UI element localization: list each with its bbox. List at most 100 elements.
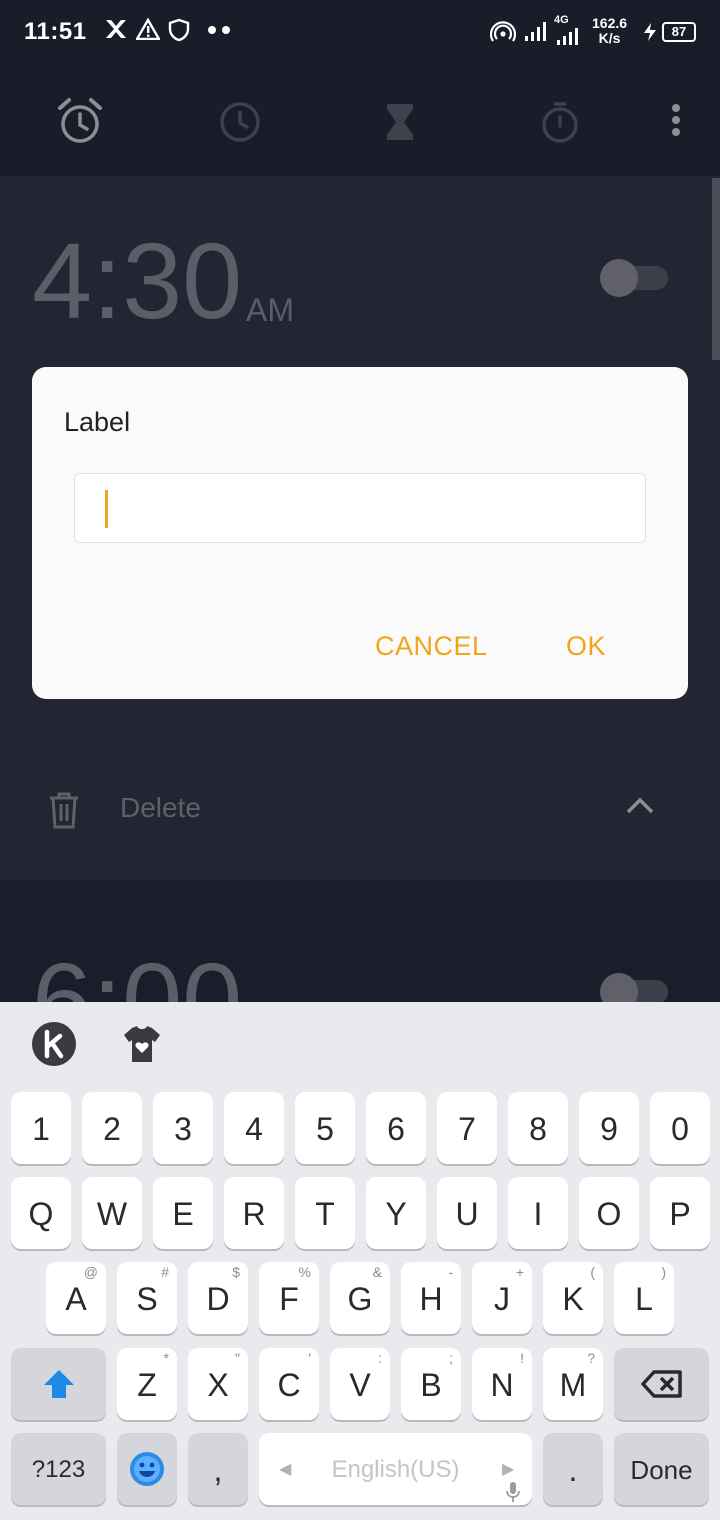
done-key[interactable]: Done bbox=[614, 1433, 709, 1505]
key-a[interactable]: A @ bbox=[46, 1262, 106, 1334]
key-0[interactable]: 0 bbox=[650, 1092, 710, 1164]
alarm-time[interactable]: 4:30 bbox=[32, 218, 242, 343]
key-m[interactable]: M? bbox=[543, 1348, 603, 1420]
space-bar[interactable]: ◀ English(US) ▶ bbox=[259, 1433, 532, 1505]
tab-stopwatch[interactable] bbox=[532, 94, 588, 150]
shift-key[interactable] bbox=[11, 1348, 106, 1420]
tab-timer[interactable] bbox=[372, 94, 428, 150]
network-speed-unit: K/s bbox=[598, 30, 621, 46]
key-u[interactable]: U bbox=[437, 1177, 497, 1249]
key-g[interactable]: G & bbox=[330, 1262, 390, 1334]
key-label: B bbox=[420, 1367, 442, 1403]
backspace-key[interactable] bbox=[614, 1348, 709, 1420]
tab-world-clock[interactable] bbox=[212, 94, 268, 150]
key-y[interactable]: Y bbox=[366, 1177, 426, 1249]
key-h[interactable]: H- bbox=[401, 1262, 461, 1334]
keyboard-k-logo-icon[interactable] bbox=[32, 1022, 76, 1066]
tab-alarm[interactable] bbox=[52, 94, 108, 150]
key-label: 4 bbox=[245, 1111, 263, 1147]
dialog-title: Label bbox=[64, 407, 131, 437]
key-d[interactable]: D $ bbox=[188, 1262, 248, 1334]
ok-button[interactable]: OK bbox=[566, 631, 606, 662]
key-label: K bbox=[562, 1281, 584, 1317]
microphone-icon bbox=[506, 1482, 520, 1502]
key-label: F bbox=[279, 1281, 299, 1317]
alarm-card[interactable]: 6:00 bbox=[0, 880, 720, 1002]
key-label: E bbox=[172, 1196, 194, 1232]
key-q[interactable]: Q bbox=[11, 1177, 71, 1249]
scrollbar[interactable] bbox=[712, 178, 720, 360]
key-s[interactable]: S # bbox=[117, 1262, 177, 1334]
cancel-button[interactable]: CANCEL bbox=[375, 631, 488, 662]
battery-indicator: 87 bbox=[662, 22, 696, 42]
key-label: N bbox=[490, 1367, 514, 1403]
label-input[interactable] bbox=[74, 473, 646, 543]
key-f[interactable]: F% bbox=[259, 1262, 319, 1334]
delete-label[interactable]: Delete bbox=[120, 792, 201, 824]
toggle-thumb bbox=[600, 973, 638, 1002]
key-8[interactable]: 8 bbox=[508, 1092, 568, 1164]
alarm-toggle[interactable] bbox=[600, 258, 672, 298]
key-hint: ( bbox=[590, 1264, 595, 1280]
key-9[interactable]: 9 bbox=[579, 1092, 639, 1164]
comma-key[interactable]: , bbox=[188, 1433, 248, 1505]
key-o[interactable]: O bbox=[579, 1177, 639, 1249]
key-b[interactable]: B; bbox=[401, 1348, 461, 1420]
key-label: R bbox=[242, 1196, 266, 1232]
key-hint: # bbox=[161, 1264, 169, 1280]
key-i[interactable]: I bbox=[508, 1177, 568, 1249]
key-label: Y bbox=[385, 1196, 407, 1232]
key-n[interactable]: N! bbox=[472, 1348, 532, 1420]
symbols-key[interactable]: ?123 bbox=[11, 1433, 106, 1505]
key-label: J bbox=[494, 1281, 510, 1317]
key-v[interactable]: V: bbox=[330, 1348, 390, 1420]
key-5[interactable]: 5 bbox=[295, 1092, 355, 1164]
emoji-icon bbox=[130, 1452, 164, 1486]
key-1[interactable]: 1 bbox=[11, 1092, 71, 1164]
key-p[interactable]: P bbox=[650, 1177, 710, 1249]
toggle-thumb bbox=[600, 259, 638, 297]
emoji-key[interactable] bbox=[117, 1433, 177, 1505]
key-4[interactable]: 4 bbox=[224, 1092, 284, 1164]
space-language-label: English(US) bbox=[331, 1456, 460, 1483]
key-label: 8 bbox=[529, 1111, 547, 1147]
hotspot-icon bbox=[489, 18, 517, 50]
shift-arrow-icon bbox=[43, 1370, 74, 1398]
x-app-icon bbox=[104, 18, 128, 46]
key-2[interactable]: 2 bbox=[82, 1092, 142, 1164]
key-k[interactable]: K( bbox=[543, 1262, 603, 1334]
key-label: 7 bbox=[458, 1111, 476, 1147]
key-label: V bbox=[349, 1367, 371, 1403]
key-e[interactable]: E bbox=[153, 1177, 213, 1249]
alarm-toggle[interactable] bbox=[600, 972, 672, 1002]
text-caret bbox=[105, 490, 108, 528]
status-bar: 11:51 4G 162.6 K/s 87 bbox=[0, 0, 720, 64]
delete-icon[interactable] bbox=[46, 790, 82, 830]
theme-shirt-icon[interactable] bbox=[120, 1022, 164, 1066]
key-l[interactable]: L) bbox=[614, 1262, 674, 1334]
key-label: A bbox=[65, 1281, 87, 1317]
alarm-time[interactable]: 6:00 bbox=[32, 938, 242, 1002]
key-label: S bbox=[136, 1281, 158, 1317]
key-x[interactable]: X " bbox=[188, 1348, 248, 1420]
network-speed: 162.6 K/s bbox=[592, 16, 627, 46]
key-t[interactable]: T bbox=[295, 1177, 355, 1249]
key-7[interactable]: 7 bbox=[437, 1092, 497, 1164]
key-3[interactable]: 3 bbox=[153, 1092, 213, 1164]
collapse-chevron-icon[interactable] bbox=[624, 794, 656, 818]
key-label: 2 bbox=[103, 1111, 121, 1147]
key-label: D bbox=[206, 1281, 230, 1317]
key-label: I bbox=[533, 1196, 543, 1232]
alarm-clock-icon bbox=[58, 98, 102, 143]
key-j[interactable]: J + bbox=[472, 1262, 532, 1334]
label-dialog: Label CANCEL OK bbox=[32, 367, 688, 699]
period-key[interactable]: . bbox=[543, 1433, 603, 1505]
key-label: H bbox=[419, 1281, 443, 1317]
key-6[interactable]: 6 bbox=[366, 1092, 426, 1164]
key-r[interactable]: R bbox=[224, 1177, 284, 1249]
key-z[interactable]: Z * bbox=[117, 1348, 177, 1420]
key-w[interactable]: W bbox=[82, 1177, 142, 1249]
key-hint: & bbox=[372, 1264, 382, 1280]
key-c[interactable]: C ' bbox=[259, 1348, 319, 1420]
more-options-icon[interactable] bbox=[664, 102, 688, 142]
